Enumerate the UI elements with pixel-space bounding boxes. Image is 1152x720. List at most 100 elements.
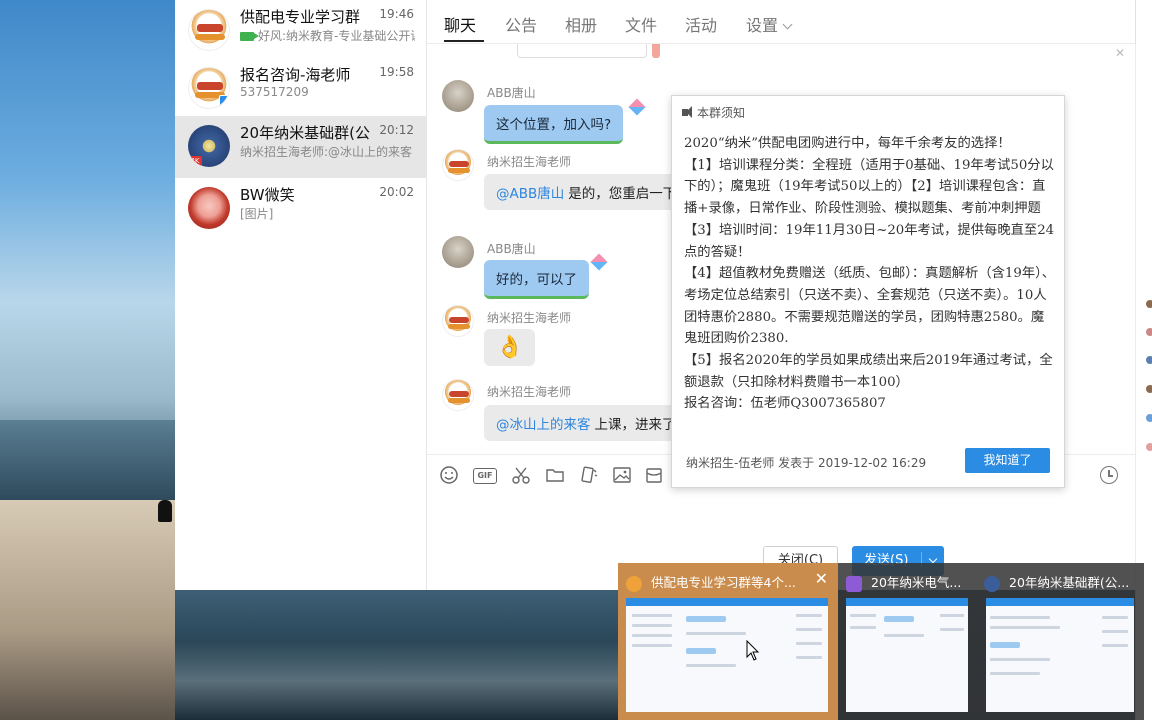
tab-activity[interactable]: 活动 [685,12,717,36]
emoji-message-bubble: 👌 [484,329,536,366]
sender-avatar[interactable] [442,80,474,112]
gif-icon[interactable]: GIF [473,468,497,484]
folder-icon[interactable] [545,465,565,485]
sender-avatar[interactable] [442,149,474,181]
member-avatar-dot [1146,356,1152,364]
sender-name: 纳米招生海老师 [487,385,572,399]
group-notice-popup: 本群须知 2020“纳米”供配电团购进行中，每年千余考友的选择！ 【1】培训课程… [671,95,1065,488]
bubble-decoration-icon [628,98,646,116]
shake-icon[interactable] [579,465,599,485]
tab-announcement[interactable]: 公告 [505,12,537,36]
speaker-icon [682,106,692,118]
group-info-panel [1135,44,1136,590]
qq-app-icon [626,575,642,592]
group-badge-icon: 2K [188,156,202,167]
red-packet-icon[interactable] [644,465,664,485]
notice-footer: 纳米招生-伍老师 发表于 2019-12-02 16:29 [686,456,927,470]
chevron-down-icon[interactable] [928,554,938,564]
conversation-preview: 纳米招生海老师:@冰山上的来客 上课 [240,145,415,159]
member-avatar-dot [1146,414,1152,422]
history-clock-icon[interactable] [1100,466,1118,484]
conversation-time: 19:58 [379,65,414,79]
member-avatar-dot [1146,300,1152,308]
taskbar-window-preview[interactable]: 20年纳米电气... [838,563,976,720]
mention-link[interactable]: @ABB唐山 [496,186,564,202]
conversation-name: 供配电专业学习群 [240,8,361,26]
notice-body: 2020“纳米”供配电团购进行中，每年千余考友的选择！ 【1】培训课程分类：全程… [684,133,1056,415]
tab-files[interactable]: 文件 [625,12,657,36]
tab-settings[interactable]: 设置 [746,12,793,36]
contact-avatar [188,67,230,109]
conversation-item[interactable]: 供配电专业学习群 19:46 好风:纳米教育-专业基础公开课 [175,0,427,62]
member-avatar-dot [1146,443,1152,451]
notice-paragraph: 报名咨询：伍老师Q3007365807 [684,396,886,412]
wallpaper-sea [0,420,175,500]
window-title: 供配电专业学习群等4个... [626,572,796,592]
window-title: 20年纳米电气... [846,572,961,592]
conversation-list: 供配电专业学习群 19:46 好风:纳米教育-专业基础公开课 报名咨询-海老师 … [175,0,427,590]
mention-link[interactable]: @冰山上的来客 [496,417,591,433]
tab-album[interactable]: 相册 [565,12,597,36]
chevron-down-icon [782,19,793,30]
sender-name: 纳米招生海老师 [487,155,572,169]
window-thumbnail [846,598,968,712]
conversation-time: 19:46 [379,7,414,21]
message-bubble: @冰山上的来客 上课，进来了 [484,405,688,441]
sender-avatar[interactable] [442,305,474,337]
notice-header: 本群须知 [682,104,745,121]
search-box-fragment [517,44,647,58]
emoji-icon[interactable] [439,465,459,485]
sender-avatar[interactable] [442,236,474,268]
window-title: 20年纳米基础群(公... [984,572,1129,592]
video-icon [240,32,259,41]
sender-name: 纳米招生海老师 [487,311,572,325]
mouse-cursor-icon [746,640,760,661]
notice-paragraph: 【3】培训时间：19年11月30日~20年考试，提供每晚直至24点的答疑！ [684,222,1055,260]
acknowledge-button[interactable]: 我知道了 [965,448,1050,473]
member-avatar-dot [1146,385,1152,393]
qq-group-icon [984,575,1000,592]
notice-paragraph: 2020“纳米”供配电团购进行中，每年千余考友的选择！ [684,136,1011,151]
taskbar-preview: 供配电专业学习群等4个... ✕ 20年纳米电气... 20年纳米基础群(公..… [618,563,1144,720]
message-bubble: 好的，可以了 [484,260,589,299]
tab-chat[interactable]: 聊天 [444,12,476,36]
bubble-decoration-icon [590,253,608,271]
sender-name: ABB唐山 [487,242,536,256]
conversation-item[interactable]: BW微笑 20:02 [图片] [175,178,427,240]
qq-app-icon [846,575,862,592]
decoration-fragment [652,44,660,58]
close-icon[interactable]: ✕ [1115,46,1125,60]
wallpaper-beach [0,500,175,720]
conversation-preview: [图片] [240,207,274,221]
member-avatar-dot [1146,328,1152,336]
close-icon[interactable]: ✕ [815,569,828,588]
conversation-name: 20年纳米基础群(公共 [240,124,370,142]
phone-online-icon [219,95,229,108]
conversation-name: BW微笑 [240,186,295,204]
notice-paragraph: 【4】超值教材免费赠送（纸质、包邮）：真题解析（含19年）、考场定位总结索引（只… [684,266,1056,347]
window-thumbnail [986,598,1134,712]
active-tab-indicator [444,40,484,42]
chat-tabs: 聊天 公告 相册 文件 活动 设置 [427,0,1135,44]
notice-paragraph: 【1】培训课程分类：全程班（适用于0基础、19年考试50分以下的）；魔鬼班（19… [684,157,1054,217]
conversation-name: 报名咨询-海老师 [240,66,351,84]
conversation-item[interactable]: 报名咨询-海老师 19:58 537517209 [175,58,427,120]
taskbar-window-preview[interactable]: 20年纳米基础群(公... [976,563,1144,720]
conversation-item-active[interactable]: 2K 20年纳米基础群(公共 20:12 纳米招生海老师:@冰山上的来客 上课 [175,116,427,178]
image-icon[interactable] [612,465,632,485]
sender-avatar[interactable] [442,379,474,411]
desktop-wallpaper-bottom [175,590,618,720]
notice-paragraph: 【5】报名2020年的学员如果成绩出来后2019年通过考试，全额退款（只扣除材料… [684,353,1053,390]
window-thumbnail [626,598,828,712]
sender-name: ABB唐山 [487,86,536,100]
wallpaper-person [158,500,172,522]
contact-avatar [188,187,230,229]
ok-hand-emoji: 👌 [496,335,524,360]
screenshot-scissors-icon[interactable] [511,465,531,485]
desktop-wallpaper [0,0,175,720]
conversation-time: 20:12 [379,123,414,137]
conversation-preview: 好风:纳米教育-专业基础公开课 [240,27,415,44]
group-avatar: 2K [188,125,230,167]
conversation-preview: 537517209 [240,85,309,99]
taskbar-window-preview[interactable]: 供配电专业学习群等4个... ✕ [618,563,838,720]
